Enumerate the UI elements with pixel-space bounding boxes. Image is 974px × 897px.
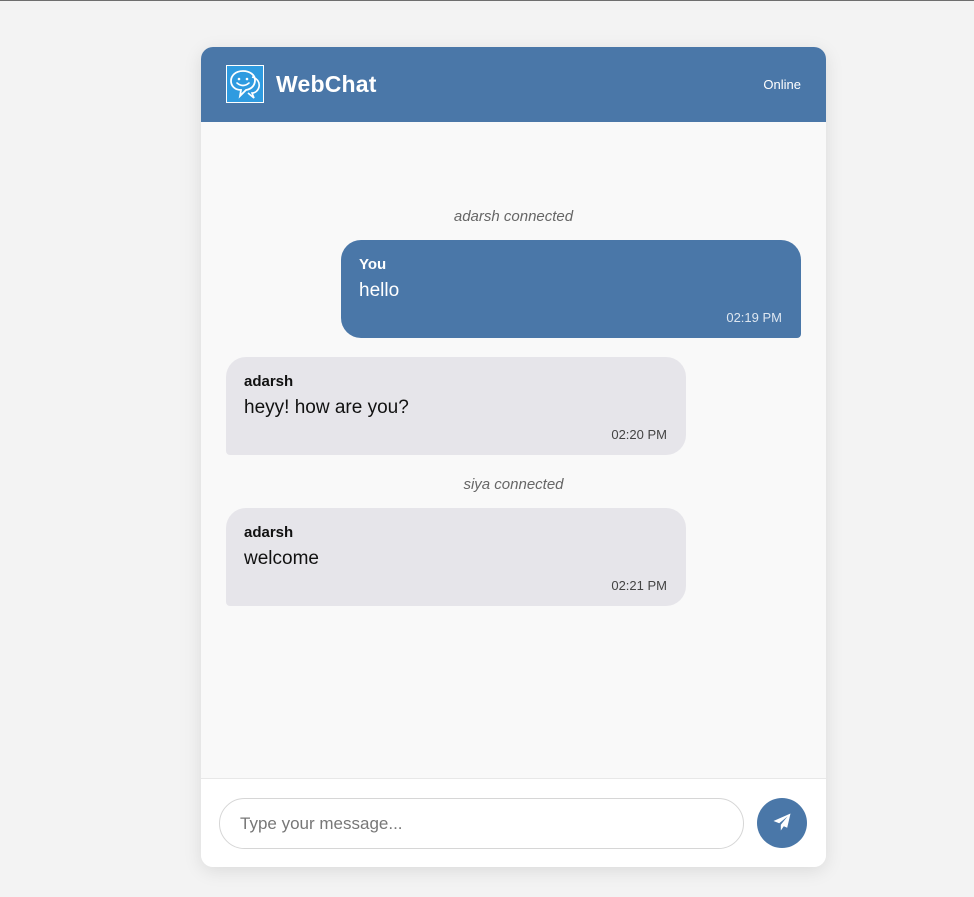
message-bubble-incoming: adarsh welcome 02:21 PM: [226, 508, 686, 606]
app-title: WebChat: [276, 71, 377, 97]
message-list[interactable]: adarsh connected You hello 02:19 PM adar…: [201, 122, 826, 778]
message-bubble-outgoing: You hello 02:19 PM: [341, 240, 801, 338]
system-message: adarsh connected: [453, 208, 574, 225]
message-time: 02:21 PM: [611, 578, 667, 593]
message-input[interactable]: [219, 798, 744, 849]
message-time: 02:20 PM: [611, 427, 667, 442]
chat-header: WebChat Online: [201, 47, 826, 122]
send-button[interactable]: [757, 798, 807, 848]
message-bubble-incoming: adarsh heyy! how are you? 02:20 PM: [226, 357, 686, 455]
system-message: siya connected: [463, 476, 564, 493]
connection-status: Online: [763, 77, 801, 92]
message-text: heyy! how are you?: [244, 397, 409, 418]
chat-window: WebChat Online adarsh connected You hell…: [201, 47, 826, 867]
message-text: hello: [359, 280, 400, 301]
message-text: welcome: [244, 548, 319, 569]
message-sender: You: [359, 256, 387, 273]
message-sender: adarsh: [244, 524, 294, 541]
window-top-border: [0, 0, 974, 1]
message-sender: adarsh: [244, 373, 294, 390]
message-composer: [201, 778, 826, 867]
smiley-chat-bubble-icon: [226, 65, 264, 103]
message-time: 02:19 PM: [726, 310, 782, 325]
paper-plane-icon: [772, 812, 792, 835]
